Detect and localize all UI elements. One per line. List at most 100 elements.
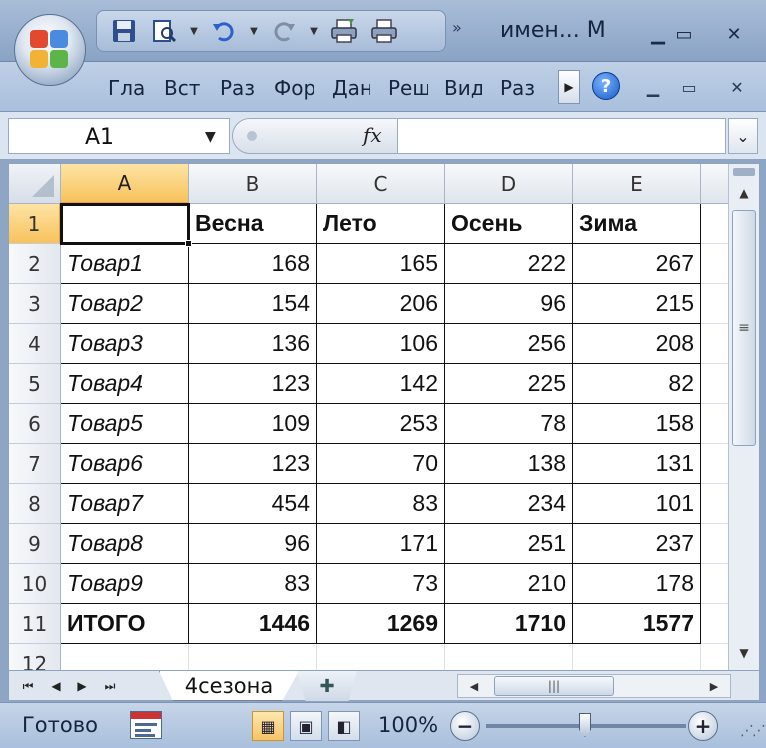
prev-sheet-icon[interactable]: ◀ <box>45 675 67 697</box>
row-header-8[interactable]: 8 <box>9 484 61 524</box>
cell-b6[interactable]: 109 <box>189 404 317 444</box>
cell-d8[interactable]: 234 <box>445 484 573 524</box>
cell-a11[interactable]: ИТОГО <box>61 604 189 644</box>
cell-c3[interactable]: 206 <box>317 284 445 324</box>
zoom-in-icon[interactable]: + <box>688 711 718 741</box>
last-sheet-icon[interactable]: ⏭ <box>99 675 121 697</box>
row-header-9[interactable]: 9 <box>9 524 61 564</box>
row-header-3[interactable]: 3 <box>9 284 61 324</box>
row-header-5[interactable]: 5 <box>9 364 61 404</box>
chevron-down-icon[interactable]: ▼ <box>187 14 201 48</box>
cell-e5[interactable]: 82 <box>573 364 701 404</box>
cell-c4[interactable]: 106 <box>317 324 445 364</box>
cell-c10[interactable]: 73 <box>317 564 445 604</box>
vertical-scrollbar[interactable]: ▲ ≡ ▼ <box>728 164 759 670</box>
cell-a8[interactable]: Товар7 <box>61 484 189 524</box>
chevron-down-icon[interactable]: ▼ <box>247 14 261 48</box>
column-header-b[interactable]: B <box>189 164 317 204</box>
cell-a6[interactable]: Товар5 <box>61 404 189 444</box>
cell-e7[interactable]: 131 <box>573 444 701 484</box>
cell-e2[interactable]: 267 <box>573 244 701 284</box>
zoom-slider-thumb[interactable] <box>579 713 591 737</box>
cell-b2[interactable]: 168 <box>189 244 317 284</box>
tab-insert[interactable]: Вст <box>164 76 202 100</box>
scroll-down-icon[interactable]: ▼ <box>731 640 757 666</box>
sheet-tab-4seasons[interactable]: 4сезона <box>159 671 299 701</box>
cell-c12[interactable] <box>317 644 445 670</box>
cell-c6[interactable]: 253 <box>317 404 445 444</box>
next-sheet-icon[interactable]: ▶ <box>71 675 93 697</box>
row-header-10[interactable]: 10 <box>9 564 61 604</box>
scroll-left-icon[interactable]: ◀ <box>464 676 484 696</box>
cell-b3[interactable]: 154 <box>189 284 317 324</box>
cell-b10[interactable]: 83 <box>189 564 317 604</box>
cell-e10[interactable]: 178 <box>573 564 701 604</box>
page-break-view-icon[interactable]: ◧ <box>328 711 360 741</box>
cell-d12[interactable] <box>445 644 573 670</box>
column-header-a[interactable]: A <box>61 164 189 204</box>
fill-handle[interactable] <box>185 240 192 247</box>
row-header-4[interactable]: 4 <box>9 324 61 364</box>
cell-c1[interactable]: Лето <box>317 204 445 244</box>
cell-c11[interactable]: 1269 <box>317 604 445 644</box>
formula-input[interactable] <box>398 118 726 154</box>
double-chevron-right-icon[interactable]: » <box>452 18 462 37</box>
cell-a9[interactable]: Товар8 <box>61 524 189 564</box>
row-header-11[interactable]: 11 <box>9 604 61 644</box>
cell-b1[interactable]: Весна <box>189 204 317 244</box>
cell-b4[interactable]: 136 <box>189 324 317 364</box>
insert-function-icon[interactable]: fx <box>363 123 382 147</box>
cell-b8[interactable]: 454 <box>189 484 317 524</box>
print-preview-icon[interactable] <box>147 14 181 48</box>
save-icon[interactable] <box>107 14 141 48</box>
cell-b11[interactable]: 1446 <box>189 604 317 644</box>
cell-d9[interactable]: 251 <box>445 524 573 564</box>
row-header-6[interactable]: 6 <box>9 404 61 444</box>
cell-e12[interactable] <box>573 644 701 670</box>
close-icon[interactable]: ✕ <box>722 74 752 100</box>
zoom-out-icon[interactable]: − <box>450 711 480 741</box>
cell-e1[interactable]: Зима <box>573 204 701 244</box>
cell-e9[interactable]: 237 <box>573 524 701 564</box>
cell-a3[interactable]: Товар2 <box>61 284 189 324</box>
cell-d3[interactable]: 96 <box>445 284 573 324</box>
cell-e11[interactable]: 1577 <box>573 604 701 644</box>
print-icon[interactable] <box>367 14 401 48</box>
row-header-12[interactable]: 12 <box>9 644 61 670</box>
splitter-handle[interactable] <box>247 131 257 141</box>
cell-a12[interactable] <box>61 644 189 670</box>
cell-d7[interactable]: 138 <box>445 444 573 484</box>
cell-d4[interactable]: 256 <box>445 324 573 364</box>
redo-icon[interactable] <box>267 14 301 48</box>
name-box[interactable]: A1 ▼ <box>8 118 230 154</box>
cell-a4[interactable]: Товар3 <box>61 324 189 364</box>
cell-a5[interactable]: Товар4 <box>61 364 189 404</box>
cell-c2[interactable]: 165 <box>317 244 445 284</box>
horizontal-scrollbar[interactable]: ◀ ||| ▶ <box>457 674 731 698</box>
expand-formula-bar-icon[interactable]: ⌄ <box>728 118 758 154</box>
tab-data[interactable]: Дан <box>332 76 370 100</box>
cell-b9[interactable]: 96 <box>189 524 317 564</box>
cell-c5[interactable]: 142 <box>317 364 445 404</box>
chevron-down-icon[interactable]: ▼ <box>307 14 321 48</box>
print-icon[interactable] <box>327 14 361 48</box>
tab-review[interactable]: Реш <box>388 76 428 100</box>
cell-e8[interactable]: 101 <box>573 484 701 524</box>
close-icon[interactable]: ✕ <box>716 20 752 48</box>
tab-view[interactable]: Вид <box>444 76 482 100</box>
tab-formulas[interactable]: Фор <box>274 76 314 100</box>
zoom-level[interactable]: 100% <box>378 713 438 737</box>
cell-d1[interactable]: Осень <box>445 204 573 244</box>
cell-a2[interactable]: Товар1 <box>61 244 189 284</box>
cell-a7[interactable]: Товар6 <box>61 444 189 484</box>
cell-d5[interactable]: 225 <box>445 364 573 404</box>
macro-record-icon[interactable] <box>130 711 162 739</box>
cell-c8[interactable]: 83 <box>317 484 445 524</box>
cell-d2[interactable]: 222 <box>445 244 573 284</box>
column-header-e[interactable]: E <box>573 164 701 204</box>
first-sheet-icon[interactable]: ⏮ <box>17 675 39 697</box>
help-icon[interactable]: ? <box>592 72 620 100</box>
scroll-thumb[interactable]: ||| <box>494 676 614 696</box>
scroll-thumb[interactable]: ≡ <box>732 210 756 446</box>
cell-a1[interactable] <box>61 204 189 244</box>
